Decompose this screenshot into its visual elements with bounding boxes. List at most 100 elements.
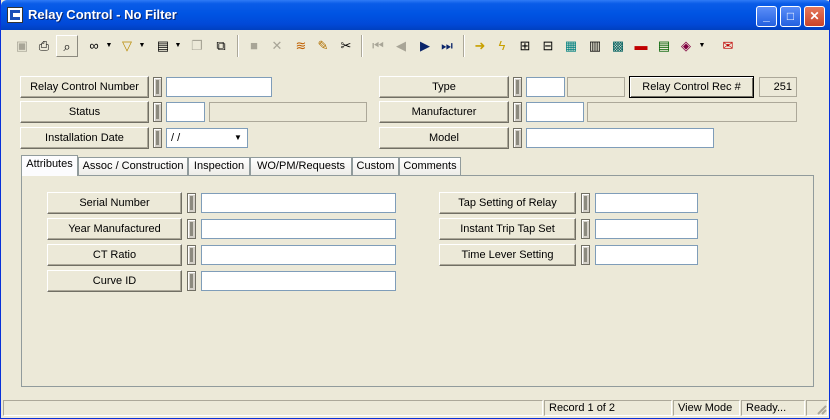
status-code-field[interactable] [166, 102, 205, 122]
truck-icon[interactable]: ▬ [630, 35, 652, 57]
relay-control-rec-button[interactable]: Relay Control Rec # [629, 76, 754, 98]
serial-number-field[interactable] [201, 193, 396, 213]
book-dropdown-icon[interactable]: ▼ [698, 35, 706, 57]
type-label[interactable]: Type [379, 76, 509, 98]
mail-icon[interactable]: ✉ [717, 35, 739, 57]
ready-status: Ready... [741, 400, 805, 416]
serial-number-label[interactable]: Serial Number [47, 192, 182, 214]
manufacturer-label[interactable]: Manufacturer [379, 101, 509, 123]
ct-ratio-grip[interactable] [187, 245, 196, 265]
binoculars-icon[interactable]: ∞ [83, 35, 105, 57]
report-icon[interactable]: ▤ [152, 35, 174, 57]
cancel-icon[interactable]: ■ [243, 35, 265, 57]
status-bar: Record 1 of 2 View Mode Ready... [3, 399, 829, 417]
status-description-field [209, 102, 367, 122]
tab-comments[interactable]: Comments [399, 157, 461, 176]
filter-dropdown-icon[interactable]: ▼ [138, 35, 146, 57]
instant-trip-grip[interactable] [581, 219, 590, 239]
status-cell-blank [3, 400, 543, 416]
relay-control-number-label[interactable]: Relay Control Number [20, 76, 149, 98]
title-bar[interactable]: Relay Control - No Filter _ □ ✕ [1, 0, 830, 30]
serial-number-grip[interactable] [187, 193, 196, 213]
model-field[interactable] [526, 128, 714, 148]
preview-icon[interactable]: ⌕ [56, 35, 78, 57]
type-code-field[interactable] [526, 77, 565, 97]
curve-id-field[interactable] [201, 271, 396, 291]
toolbar-separator [361, 35, 363, 57]
chart-icon[interactable]: ▤ [653, 35, 675, 57]
tree-icon[interactable]: ⊞ [514, 35, 536, 57]
report-dropdown-icon[interactable]: ▼ [174, 35, 182, 57]
paste-icon[interactable]: ⧉ [210, 35, 232, 57]
previous-record-icon[interactable]: ◀ [390, 35, 412, 57]
installation-date-grip[interactable] [153, 128, 162, 148]
tab-custom[interactable]: Custom [352, 157, 399, 176]
time-lever-field[interactable] [595, 245, 698, 265]
tab-inspection[interactable]: Inspection [188, 157, 250, 176]
status-grip[interactable] [153, 102, 162, 122]
model-grip[interactable] [513, 128, 522, 148]
print-icon[interactable]: ⎙ [33, 35, 55, 57]
status-label[interactable]: Status [20, 101, 149, 123]
curve-id-label[interactable]: Curve ID [47, 270, 182, 292]
year-manufactured-field[interactable] [201, 219, 396, 239]
type-description-field [567, 77, 625, 97]
tab-assoc-construction[interactable]: Assoc / Construction [78, 157, 188, 176]
instant-trip-field[interactable] [595, 219, 698, 239]
close-button[interactable]: ✕ [804, 6, 825, 27]
save-icon[interactable]: ▣ [11, 35, 33, 57]
stack-icon[interactable]: ≋ [290, 35, 312, 57]
filter-icon[interactable]: ▽ [116, 35, 138, 57]
maximize-button[interactable]: □ [780, 6, 801, 27]
view-mode: View Mode [673, 400, 740, 416]
record-count: Record 1 of 2 [544, 400, 672, 416]
type-grip[interactable] [513, 77, 522, 97]
manufacturer-description-field [587, 102, 797, 122]
relay-control-number-grip[interactable] [153, 77, 162, 97]
toolbar: ▣ ⎙ ⌕ ∞ ▼ ▽ ▼ ▤ ▼ ❐ ⧉ ■ ✕ ≋ ✎ ✂ ⏮ ◀ ▶ ⏭ … [5, 32, 827, 60]
year-manufactured-label[interactable]: Year Manufactured [47, 218, 182, 240]
installation-date-value: / / [171, 132, 181, 144]
ct-ratio-field[interactable] [201, 245, 396, 265]
curve-id-grip[interactable] [187, 271, 196, 291]
manufacturer-grip[interactable] [513, 102, 522, 122]
resize-grip-icon[interactable] [815, 403, 827, 415]
hierarchy-icon[interactable]: ⊟ [537, 35, 559, 57]
delete-icon[interactable]: ✕ [266, 35, 288, 57]
window-title: Relay Control - No Filter [28, 7, 177, 22]
model-label[interactable]: Model [379, 127, 509, 149]
installation-date-label[interactable]: Installation Date [20, 127, 149, 149]
lightning-icon[interactable]: ϟ [491, 35, 513, 57]
relay-control-window: Relay Control - No Filter _ □ ✕ ▣ ⎙ ⌕ ∞ … [0, 0, 830, 419]
grid-icon[interactable]: ▩ [607, 35, 629, 57]
tap-setting-grip[interactable] [581, 193, 590, 213]
book-icon[interactable]: ◈ [675, 35, 697, 57]
screen-icon[interactable]: ▦ [560, 35, 582, 57]
relay-control-number-field[interactable] [166, 77, 272, 97]
toolbar-separator [237, 35, 239, 57]
tap-setting-field[interactable] [595, 193, 698, 213]
last-record-icon[interactable]: ⏭ [436, 35, 458, 57]
time-lever-label[interactable]: Time Lever Setting [439, 244, 576, 266]
scissors-icon[interactable]: ✂ [335, 35, 357, 57]
instant-trip-label[interactable]: Instant Trip Tap Set [439, 218, 576, 240]
tab-attributes[interactable]: Attributes [21, 155, 78, 176]
toolbar-separator [463, 35, 465, 57]
minimize-button[interactable]: _ [756, 6, 777, 27]
pencil-icon[interactable]: ✎ [312, 35, 334, 57]
ct-ratio-label[interactable]: CT Ratio [47, 244, 182, 266]
manufacturer-code-field[interactable] [526, 102, 584, 122]
calculator-icon[interactable]: ▥ [584, 35, 606, 57]
chevron-down-icon[interactable]: ▼ [230, 130, 246, 146]
copy-icon[interactable]: ❐ [186, 35, 208, 57]
arrow-right-icon[interactable]: ➜ [469, 35, 491, 57]
next-record-icon[interactable]: ▶ [414, 35, 436, 57]
app-icon [7, 7, 23, 23]
tab-wo-pm-requests[interactable]: WO/PM/Requests [250, 157, 352, 176]
year-manufactured-grip[interactable] [187, 219, 196, 239]
installation-date-field[interactable]: / / ▼ [166, 128, 248, 148]
tap-setting-label[interactable]: Tap Setting of Relay [439, 192, 576, 214]
first-record-icon[interactable]: ⏮ [367, 35, 389, 57]
time-lever-grip[interactable] [581, 245, 590, 265]
binoculars-dropdown-icon[interactable]: ▼ [105, 35, 113, 57]
